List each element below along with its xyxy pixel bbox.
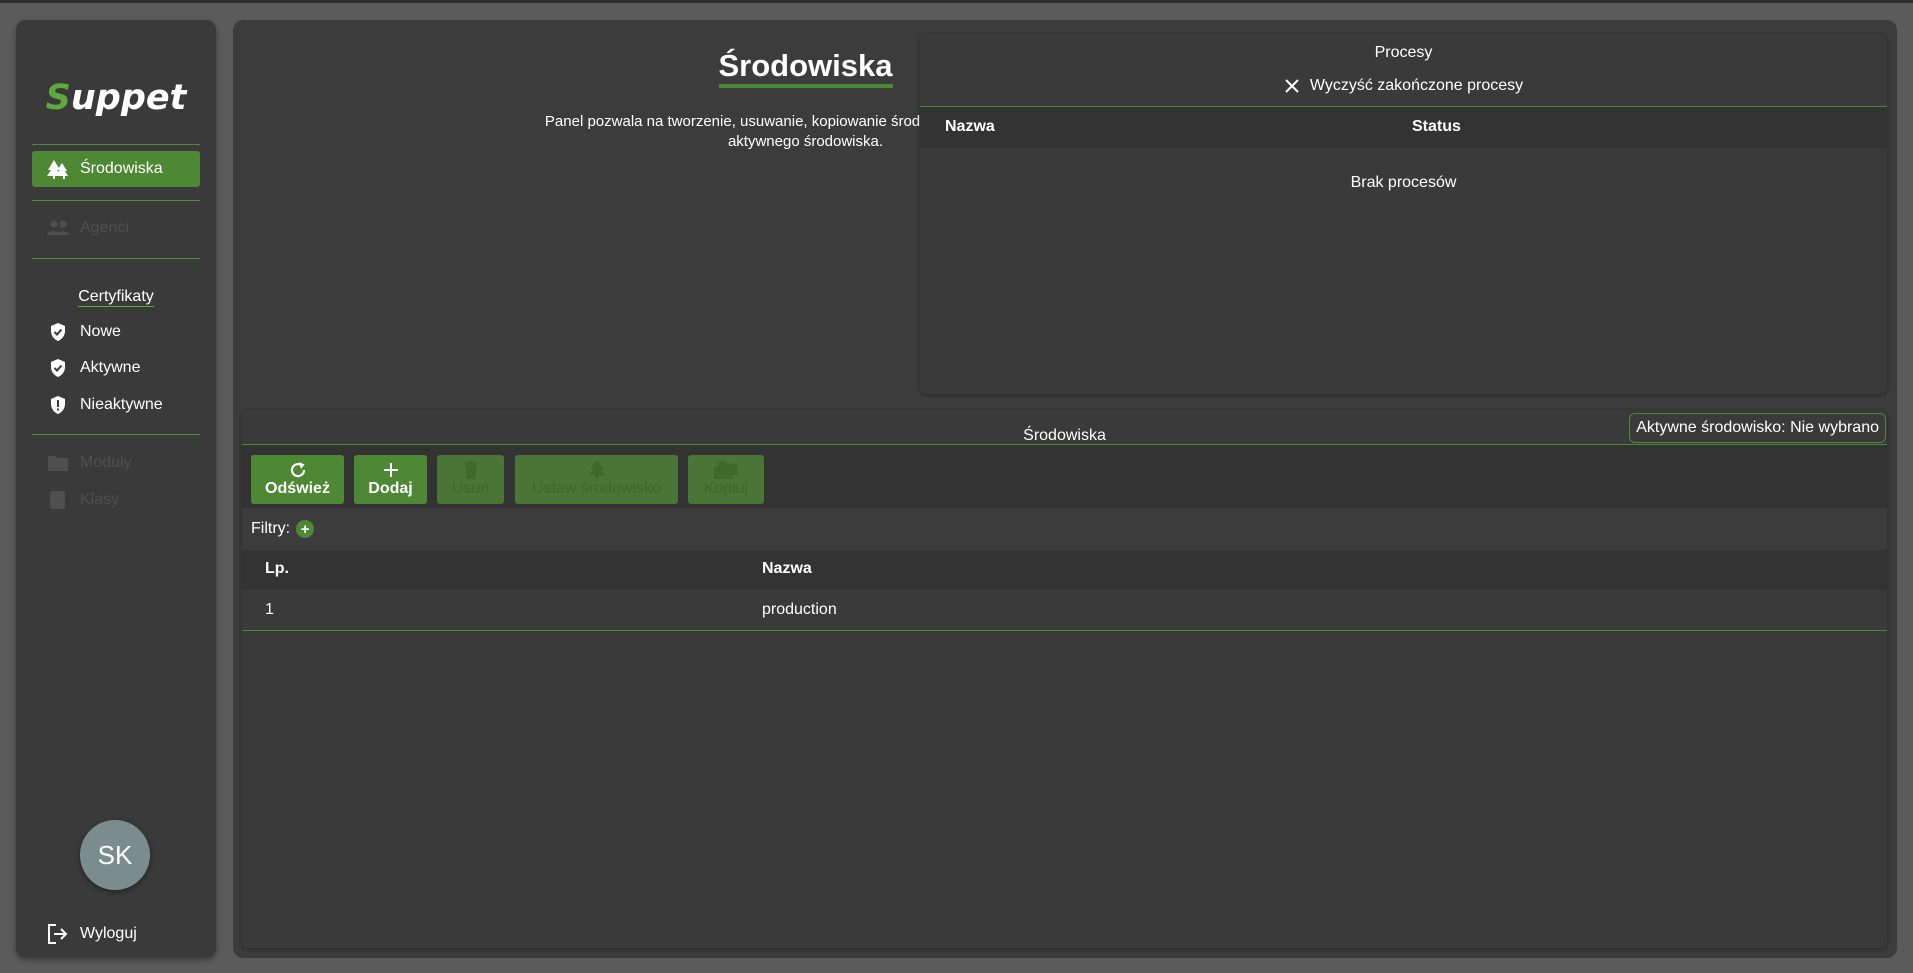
filters-bar: Filtry: + — [242, 508, 1887, 550]
add-filter-icon[interactable]: + — [296, 520, 315, 538]
book-icon — [46, 490, 70, 510]
divider — [32, 434, 200, 435]
column-header-name[interactable]: Nazwa — [762, 560, 812, 578]
column-header-status[interactable]: Status — [1412, 118, 1461, 136]
row-name: production — [762, 601, 837, 618]
shield-check-icon — [46, 322, 70, 342]
add-label: Dodaj — [368, 480, 413, 497]
refresh-label: Odśwież — [265, 480, 330, 497]
clear-label: Wyczyść zakończone procesy — [1309, 77, 1524, 94]
trash-icon — [464, 460, 478, 480]
close-icon — [1284, 78, 1300, 94]
sidebar-item-label: Środowiska — [80, 160, 163, 177]
sidebar-item-cert-inactive[interactable]: Nieaktywne — [32, 387, 200, 423]
sidebar-item-label: Aktywne — [80, 359, 141, 376]
shield-alert-icon — [46, 395, 70, 415]
divider — [32, 258, 200, 259]
row-lp: 1 — [265, 601, 274, 618]
processes-table-header: Nazwa Status — [920, 107, 1887, 148]
shield-check-icon — [46, 358, 70, 378]
tree-icon — [588, 460, 605, 480]
trees-icon — [46, 159, 70, 179]
sidebar-item-cert-new[interactable]: Nowe — [32, 314, 200, 350]
sidebar: Suppet Środowiska Agenci Certyfikaty Now… — [16, 20, 216, 958]
set-environment-label: Ustaw środowisko — [532, 480, 661, 497]
logout-icon — [46, 923, 70, 945]
add-button[interactable]: Dodaj — [354, 455, 427, 504]
filters-label: Filtry: — [251, 520, 291, 537]
divider — [32, 144, 200, 145]
folder-icon — [46, 453, 70, 473]
refresh-button[interactable]: Odśwież — [251, 455, 344, 504]
clear-finished-processes-button[interactable]: Wyczyść zakończone procesy — [920, 77, 1887, 95]
main-content: Środowiska Panel pozwala na tworzenie, u… — [233, 20, 1897, 958]
sidebar-item-modules[interactable]: Moduły — [32, 445, 200, 481]
copy-button[interactable]: Kopiuj — [688, 455, 764, 504]
environments-table-header: Lp. Nazwa — [242, 550, 1887, 590]
certificates-section-title: Certyfikaty — [78, 288, 154, 307]
sidebar-item-label: Agenci — [80, 219, 129, 236]
sidebar-item-label: Nowe — [80, 323, 121, 340]
plus-icon — [383, 460, 399, 480]
sidebar-item-classes[interactable]: Klasy — [32, 482, 200, 518]
active-environment-badge: Aktywne środowisko: Nie wybrano — [1629, 413, 1886, 443]
column-header-lp[interactable]: Lp. — [265, 560, 289, 578]
delete-label: Usuń — [451, 480, 490, 497]
window-top-border — [0, 0, 1913, 3]
environments-toolbar: Odśwież Dodaj Usuń Ustaw środowisko Kopi… — [242, 445, 1887, 508]
environments-panel: Środowiska Aktywne środowisko: Nie wybra… — [242, 410, 1887, 948]
sidebar-item-label: Moduły — [80, 454, 132, 471]
sidebar-item-environments[interactable]: Środowiska — [32, 151, 200, 187]
table-row[interactable]: 1 production — [242, 590, 1887, 631]
logout-label: Wyloguj — [80, 925, 137, 942]
delete-button[interactable]: Usuń — [437, 455, 504, 504]
sidebar-item-label: Nieaktywne — [80, 396, 163, 413]
app-logo[interactable]: Suppet — [16, 78, 216, 118]
people-icon — [46, 218, 70, 238]
column-header-name[interactable]: Nazwa — [945, 118, 995, 136]
folders-icon — [714, 460, 738, 480]
sidebar-item-agents[interactable]: Agenci — [32, 210, 200, 246]
processes-title: Procesy — [1374, 44, 1433, 61]
sidebar-item-cert-active[interactable]: Aktywne — [32, 350, 200, 386]
processes-panel: Procesy Wyczyść zakończone procesy Nazwa… — [920, 34, 1887, 394]
processes-empty-message: Brak procesów — [1350, 174, 1457, 191]
copy-label: Kopiuj — [703, 480, 749, 497]
divider — [32, 200, 200, 201]
refresh-icon — [289, 460, 307, 480]
sidebar-item-label: Klasy — [80, 491, 120, 508]
set-environment-button[interactable]: Ustaw środowisko — [515, 455, 678, 504]
user-avatar[interactable]: SK — [80, 820, 150, 890]
logout-button[interactable]: Wyloguj — [46, 920, 137, 948]
